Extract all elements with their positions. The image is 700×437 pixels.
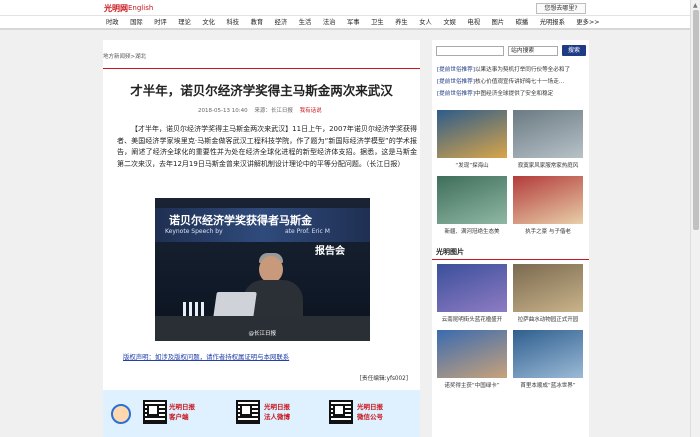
qr-banner: 光明日报 客户端 光明日报 法人微博 光明日报 微信公号 [103, 390, 420, 437]
nav-item[interactable]: 图片 [492, 18, 505, 27]
qr-code-icon [236, 400, 260, 424]
article-body: 【才半年，诺贝尔经济学奖得主马斯金两次来武汉】11日上午，2007年诺贝尔经济学… [117, 125, 417, 168]
nav-item[interactable]: 电视 [467, 18, 480, 27]
nav-item[interactable]: 女人 [419, 18, 432, 27]
banner-cell-wechat[interactable]: 光明日报 微信公号 [293, 396, 383, 436]
article-panel: 地方新闻频>湖北 才半年，诺贝尔经济学奖得主马斯金两次来武汉 2018-05-1… [103, 40, 420, 437]
nav-item[interactable]: 军事 [347, 18, 360, 27]
thumbnail-image[interactable] [437, 330, 507, 378]
photo-banner-subtitle-right: ate Prof. Eric M [285, 228, 330, 235]
nav-item[interactable]: 养生 [395, 18, 408, 27]
top-bar: 光明网 English 您想去哪里? [0, 0, 690, 16]
english-link[interactable]: English [128, 4, 153, 12]
nav-items: 时政 国际 时评 理论 文化 科技 教育 经济 生活 法治 军事 卫生 养生 女人 文娱 电视 图片 碳播 光明报系… [106, 18, 611, 27]
nav-item[interactable]: 经济 [275, 18, 288, 27]
photo-watermark: @长江日报 [248, 331, 276, 337]
nav-item[interactable]: 教育 [251, 18, 264, 27]
nav-item[interactable]: 光明报系 [540, 18, 565, 27]
qr-code-icon [143, 400, 167, 424]
nav-item[interactable]: 时政 [106, 18, 119, 27]
thumbnail-image[interactable] [513, 110, 583, 158]
article-title: 才半年，诺贝尔经济学奖得主马斯金两次来武汉 [130, 83, 393, 98]
laptop [213, 292, 257, 318]
main-nav: 时政 国际 时评 理论 文化 科技 教育 经济 生活 法治 军事 卫生 养生 女人 文娱 电视 图片 碳播 光明报系… [0, 16, 690, 30]
scroll-thumb[interactable] [693, 10, 699, 230]
search-button[interactable]: 搜索 [562, 45, 586, 56]
featured-thumbs: “发现”探海山 寂寞家风家服常家热庭风新疆、满河冠绝生态美 执手之豪 与子偕老 [437, 110, 585, 244]
photo-banner-title: 诺贝尔经济学奖获得者马斯金 [169, 214, 312, 227]
thumbnail-caption[interactable]: 首里本顺成“蓝冰世界” [513, 381, 583, 389]
mascot-icon [111, 404, 131, 424]
search-input[interactable] [436, 46, 504, 56]
thumbnail-image[interactable] [437, 176, 507, 224]
nav-item[interactable]: 文化 [202, 18, 215, 27]
banner-cell-client[interactable]: 光明日报 客户端 [103, 396, 195, 436]
photo-thumbs: 云南昆明街头蓝花楹盛开 拉萨曲水动物园正式开园诺奖得主获“中国绿卡” 首里本顺成“蓝… [437, 264, 585, 394]
where-to-go-button[interactable]: 您想去哪里? [536, 3, 586, 14]
banner-cell-weibo[interactable]: 光明日报 法人微博 [198, 396, 290, 436]
nav-item[interactable]: 卫生 [371, 18, 384, 27]
thumbnail-image[interactable] [513, 330, 583, 378]
nav-item[interactable]: 科技 [226, 18, 239, 27]
banner-label: 光明日报 微信公号 [357, 403, 383, 421]
nav-item[interactable]: 时评 [154, 18, 167, 27]
site-logo[interactable]: 光明网 [104, 3, 128, 14]
thumbnail-caption[interactable]: 拉萨曲水动物园正式开园 [513, 315, 583, 323]
nav-item[interactable]: 生活 [299, 18, 312, 27]
thumbnail-caption[interactable]: 云南昆明街头蓝花楹盛开 [437, 315, 507, 323]
announcement-item[interactable]: [提前世俗推荐]中图经济全球提供了安全和稳定 [437, 89, 553, 97]
thumbnail-image[interactable] [437, 264, 507, 312]
thumbnail-image[interactable] [513, 264, 583, 312]
sidebar: 站内搜索 搜索 [提前世俗推荐]以果达事为契机打举同行伙等全必和了 [提前世俗推… [432, 40, 589, 437]
photo-section-divider [432, 259, 589, 260]
search-scope-select[interactable]: 站内搜索 [508, 46, 558, 56]
nav-item[interactable]: 法治 [323, 18, 336, 27]
thumbnail-caption[interactable]: 新疆、满河冠绝生态美 [437, 227, 507, 235]
comment-link[interactable]: 我有话说 [300, 108, 322, 114]
copyright-link[interactable]: 版权声明：如涉及版权问题，请作者持权属证明与本网联系 [123, 352, 289, 361]
qr-code-icon [329, 400, 353, 424]
thumbnail-caption[interactable]: 寂寞家风家服常家热庭风 [513, 161, 583, 169]
speaker-head [259, 256, 283, 283]
article-source: 来源：长江日报 [254, 108, 293, 114]
announcement-item[interactable]: [提前世俗推荐]核心价值观宣传讲好晦七十一场走... [437, 77, 564, 85]
photo-banner-subtitle-left: Keynote Speech by [165, 228, 223, 235]
thumbnail-caption[interactable]: 执手之豪 与子偕老 [513, 227, 583, 235]
thumbnail-caption[interactable]: “发现”探海山 [437, 161, 507, 169]
nav-item[interactable]: 理论 [178, 18, 191, 27]
photo-section-title: 光明图片 [436, 248, 464, 256]
announcement-item[interactable]: [提前世俗推荐]以果达事为契机打举同行伙等全必和了 [437, 65, 570, 73]
thumbnail-caption[interactable]: 诺奖得主获“中国绿卡” [437, 381, 507, 389]
nav-item[interactable]: 国际 [130, 18, 143, 27]
article-meta: 2018-05-13 10:40 来源：长江日报 我有话说 [198, 106, 327, 114]
banner-label: 光明日报 客户端 [169, 403, 195, 421]
article-date: 2018-05-13 10:40 [198, 108, 248, 114]
article-photo: 诺贝尔经济学奖获得者马斯金 Keynote Speech by ate Prof… [155, 198, 370, 341]
thumbnail-image[interactable] [437, 110, 507, 158]
page-scrollbar[interactable]: ▲ [690, 0, 700, 437]
nav-item[interactable]: 碳播 [516, 18, 529, 27]
scroll-up-icon[interactable]: ▲ [693, 2, 698, 9]
nav-item[interactable]: 文娱 [443, 18, 456, 27]
thumbnail-image[interactable] [513, 176, 583, 224]
responsible-editor: [责任编辑:yfs002] [359, 376, 408, 382]
nav-item[interactable]: 更多>> [576, 18, 599, 27]
breadcrumb[interactable]: 地方新闻频>湖北 [103, 52, 146, 60]
photo-banner-line3: 报告会 [315, 246, 345, 257]
breadcrumb-divider [103, 68, 420, 69]
banner-label: 光明日报 法人微博 [264, 403, 290, 421]
